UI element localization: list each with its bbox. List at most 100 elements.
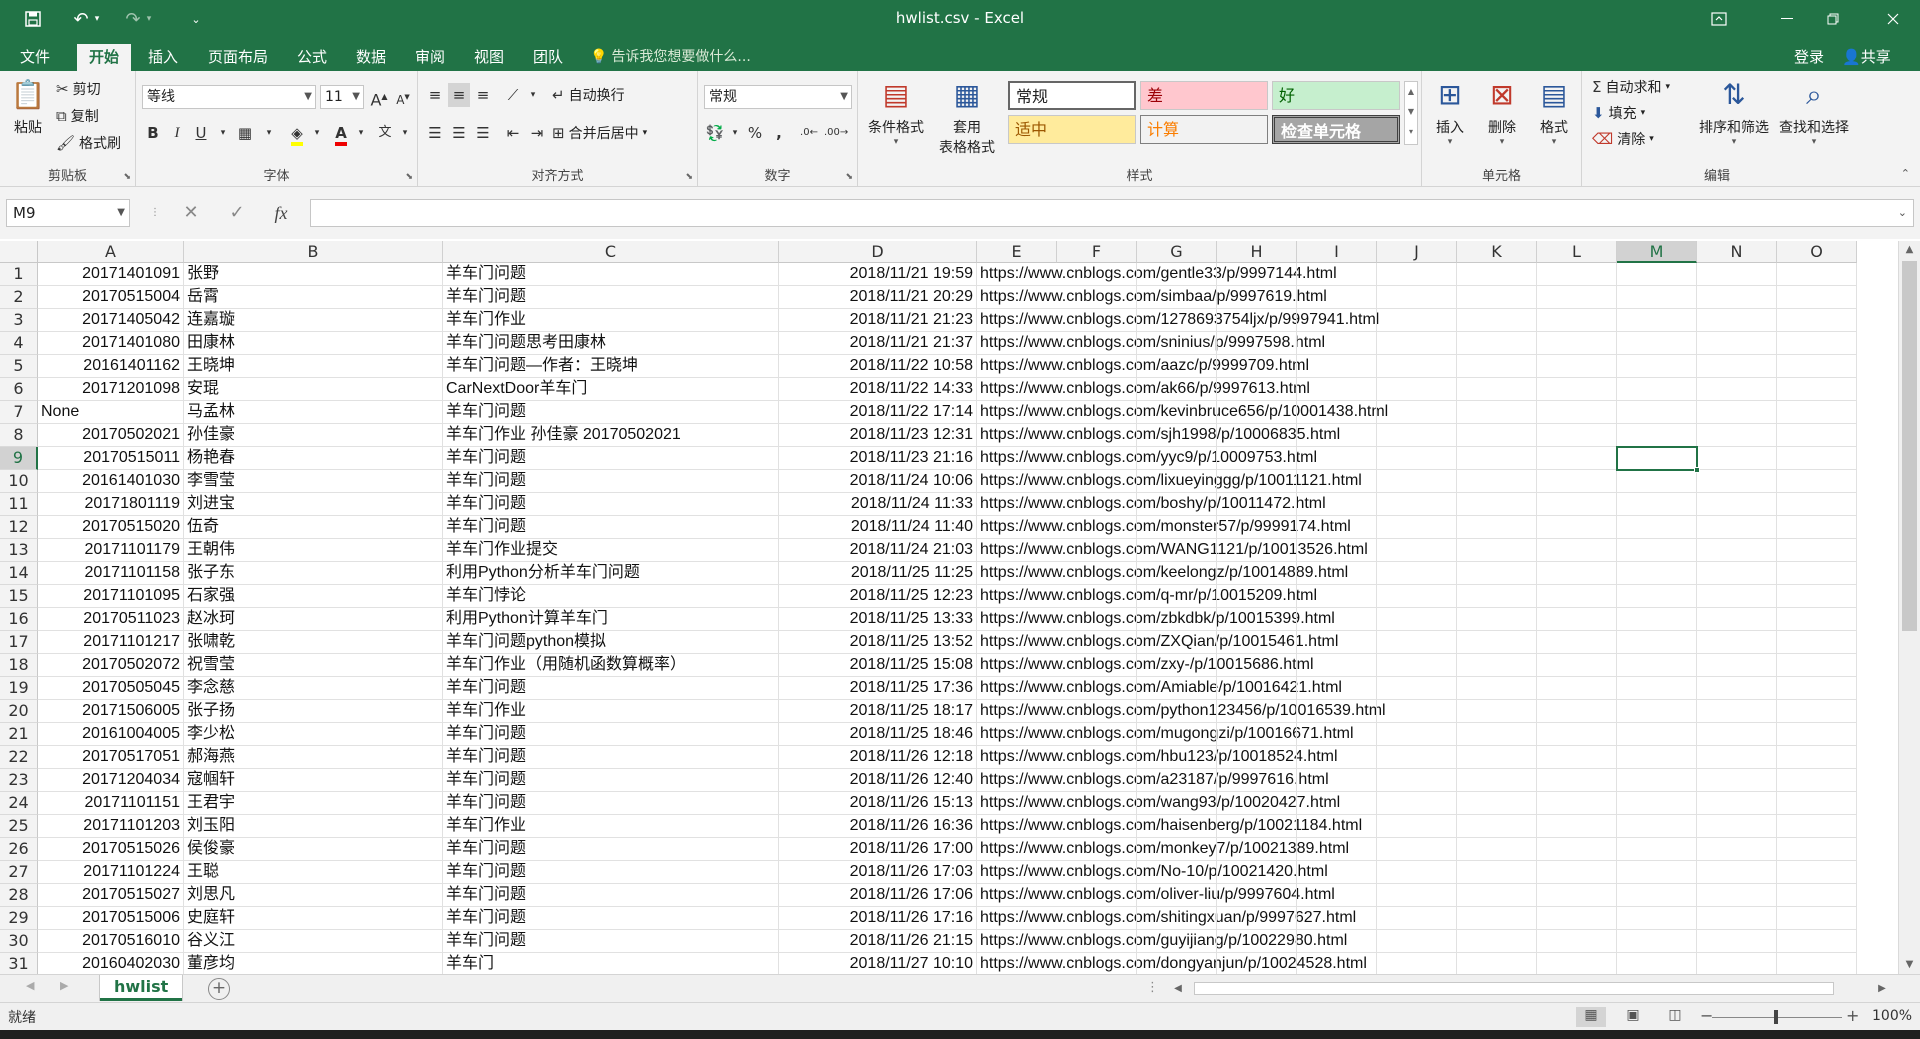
cell-b12[interactable]: 伍奇 bbox=[184, 516, 443, 539]
cell-d15[interactable]: 2018/11/25 12:23 bbox=[779, 585, 977, 608]
cell-k10[interactable] bbox=[1457, 470, 1537, 493]
cell-o7[interactable] bbox=[1777, 401, 1857, 424]
currency-icon[interactable]: 💱 bbox=[704, 121, 726, 145]
cell-b4[interactable]: 田康林 bbox=[184, 332, 443, 355]
font-color-dropdown-icon[interactable]: ▾ bbox=[350, 121, 372, 145]
cell-l20[interactable] bbox=[1537, 700, 1617, 723]
cell-c24[interactable]: 羊车门问题 bbox=[443, 792, 779, 815]
currency-dropdown-icon[interactable]: ▾ bbox=[724, 121, 746, 145]
row-header[interactable]: 26 bbox=[0, 838, 38, 861]
scroll-right-icon[interactable]: ▶ bbox=[1874, 980, 1890, 997]
cell-f3[interactable] bbox=[1057, 309, 1137, 332]
cell-i23[interactable] bbox=[1297, 769, 1377, 792]
cell-j11[interactable] bbox=[1377, 493, 1457, 516]
cell-j14[interactable] bbox=[1377, 562, 1457, 585]
cell-g29[interactable] bbox=[1137, 907, 1217, 930]
cell-m5[interactable] bbox=[1617, 355, 1697, 378]
cell-f31[interactable] bbox=[1057, 953, 1137, 974]
cell-f14[interactable] bbox=[1057, 562, 1137, 585]
align-right-icon[interactable]: ☰ bbox=[472, 121, 494, 145]
cell-c20[interactable]: 羊车门作业 bbox=[443, 700, 779, 723]
cell-g13[interactable] bbox=[1137, 539, 1217, 562]
cell-i26[interactable] bbox=[1297, 838, 1377, 861]
cell-l11[interactable] bbox=[1537, 493, 1617, 516]
cell-k23[interactable] bbox=[1457, 769, 1537, 792]
tab-view[interactable]: 视图 bbox=[462, 44, 516, 71]
cell-c5[interactable]: 羊车门问题—作者：王晓坤 bbox=[443, 355, 779, 378]
cell-o18[interactable] bbox=[1777, 654, 1857, 677]
cell-i25[interactable] bbox=[1297, 815, 1377, 838]
tab-review[interactable]: 审阅 bbox=[403, 44, 457, 71]
cell-e1[interactable]: https://www.cnblogs.com/gentle33/p/99971… bbox=[977, 263, 1337, 286]
cell-n13[interactable] bbox=[1697, 539, 1777, 562]
autosum-button[interactable]: Σ 自动求和 ▾ bbox=[1592, 77, 1670, 97]
cell-k3[interactable] bbox=[1457, 309, 1537, 332]
cell-h6[interactable] bbox=[1217, 378, 1297, 401]
cell-k20[interactable] bbox=[1457, 700, 1537, 723]
cell-c6[interactable]: CarNextDoor羊车门 bbox=[443, 378, 779, 401]
column-header-k[interactable]: K bbox=[1457, 241, 1537, 263]
cell-h27[interactable] bbox=[1217, 861, 1297, 884]
cell-d24[interactable]: 2018/11/26 15:13 bbox=[779, 792, 977, 815]
cell-b27[interactable]: 王聪 bbox=[184, 861, 443, 884]
cell-m29[interactable] bbox=[1617, 907, 1697, 930]
cell-k12[interactable] bbox=[1457, 516, 1537, 539]
cell-a14[interactable]: 20171101158 bbox=[38, 562, 184, 585]
cell-b25[interactable]: 刘玉阳 bbox=[184, 815, 443, 838]
cell-n5[interactable] bbox=[1697, 355, 1777, 378]
cell-i28[interactable] bbox=[1297, 884, 1377, 907]
cell-o13[interactable] bbox=[1777, 539, 1857, 562]
cell-l26[interactable] bbox=[1537, 838, 1617, 861]
cell-k4[interactable] bbox=[1457, 332, 1537, 355]
cell-o16[interactable] bbox=[1777, 608, 1857, 631]
cell-b21[interactable]: 李少松 bbox=[184, 723, 443, 746]
cell-l17[interactable] bbox=[1537, 631, 1617, 654]
cell-i7[interactable] bbox=[1297, 401, 1377, 424]
cell-b23[interactable]: 寇帼轩 bbox=[184, 769, 443, 792]
style-check-cell[interactable]: 检查单元格 bbox=[1272, 115, 1400, 144]
cell-k7[interactable] bbox=[1457, 401, 1537, 424]
sort-filter-button[interactable]: ⇅ 排序和筛选 ▾ bbox=[1696, 77, 1772, 147]
enter-icon[interactable]: ✓ bbox=[222, 199, 252, 227]
cell-c29[interactable]: 羊车门问题 bbox=[443, 907, 779, 930]
signin-link[interactable]: 登录 bbox=[1794, 44, 1824, 71]
cell-i16[interactable] bbox=[1297, 608, 1377, 631]
cell-a11[interactable]: 20171801119 bbox=[38, 493, 184, 516]
cell-j7[interactable] bbox=[1377, 401, 1457, 424]
cell-m19[interactable] bbox=[1617, 677, 1697, 700]
cell-o10[interactable] bbox=[1777, 470, 1857, 493]
cell-l23[interactable] bbox=[1537, 769, 1617, 792]
cell-j27[interactable] bbox=[1377, 861, 1457, 884]
cell-e2[interactable]: https://www.cnblogs.com/simbaa/p/9997619… bbox=[977, 286, 1327, 309]
delete-cells-button[interactable]: ⊠ 删除 ▾ bbox=[1478, 77, 1526, 147]
cell-a23[interactable]: 20171204034 bbox=[38, 769, 184, 792]
worksheet-grid[interactable]: ABCDEFGHIJKLMNO 1 2 3 4 5 6 7 8 9 10 11 12 13 14 15 16 1… bbox=[0, 241, 1898, 974]
cell-f9[interactable] bbox=[1057, 447, 1137, 470]
cell-n22[interactable] bbox=[1697, 746, 1777, 769]
cell-f16[interactable] bbox=[1057, 608, 1137, 631]
cell-n19[interactable] bbox=[1697, 677, 1777, 700]
row-header[interactable]: 27 bbox=[0, 861, 38, 884]
cell-o8[interactable] bbox=[1777, 424, 1857, 447]
cell-g27[interactable] bbox=[1137, 861, 1217, 884]
cell-l16[interactable] bbox=[1537, 608, 1617, 631]
cell-b18[interactable]: 祝雪莹 bbox=[184, 654, 443, 677]
cell-n16[interactable] bbox=[1697, 608, 1777, 631]
cell-i8[interactable] bbox=[1297, 424, 1377, 447]
cell-l27[interactable] bbox=[1537, 861, 1617, 884]
cell-n10[interactable] bbox=[1697, 470, 1777, 493]
cell-e26[interactable]: https://www.cnblogs.com/monkey7/p/100213… bbox=[977, 838, 1349, 861]
cell-o29[interactable] bbox=[1777, 907, 1857, 930]
cell-e4[interactable]: https://www.cnblogs.com/sninius/p/999759… bbox=[977, 332, 1325, 355]
cell-a17[interactable]: 20171101217 bbox=[38, 631, 184, 654]
row-header[interactable]: 25 bbox=[0, 815, 38, 838]
cell-c27[interactable]: 羊车门问题 bbox=[443, 861, 779, 884]
row-header[interactable]: 7 bbox=[0, 401, 38, 424]
cell-h1[interactable] bbox=[1217, 263, 1297, 286]
cell-l24[interactable] bbox=[1537, 792, 1617, 815]
cell-m31[interactable] bbox=[1617, 953, 1697, 974]
zoom-out-button[interactable]: − bbox=[1700, 1006, 1713, 1025]
align-center-icon[interactable]: ☰ bbox=[448, 121, 470, 145]
cell-g12[interactable] bbox=[1137, 516, 1217, 539]
cell-m21[interactable] bbox=[1617, 723, 1697, 746]
